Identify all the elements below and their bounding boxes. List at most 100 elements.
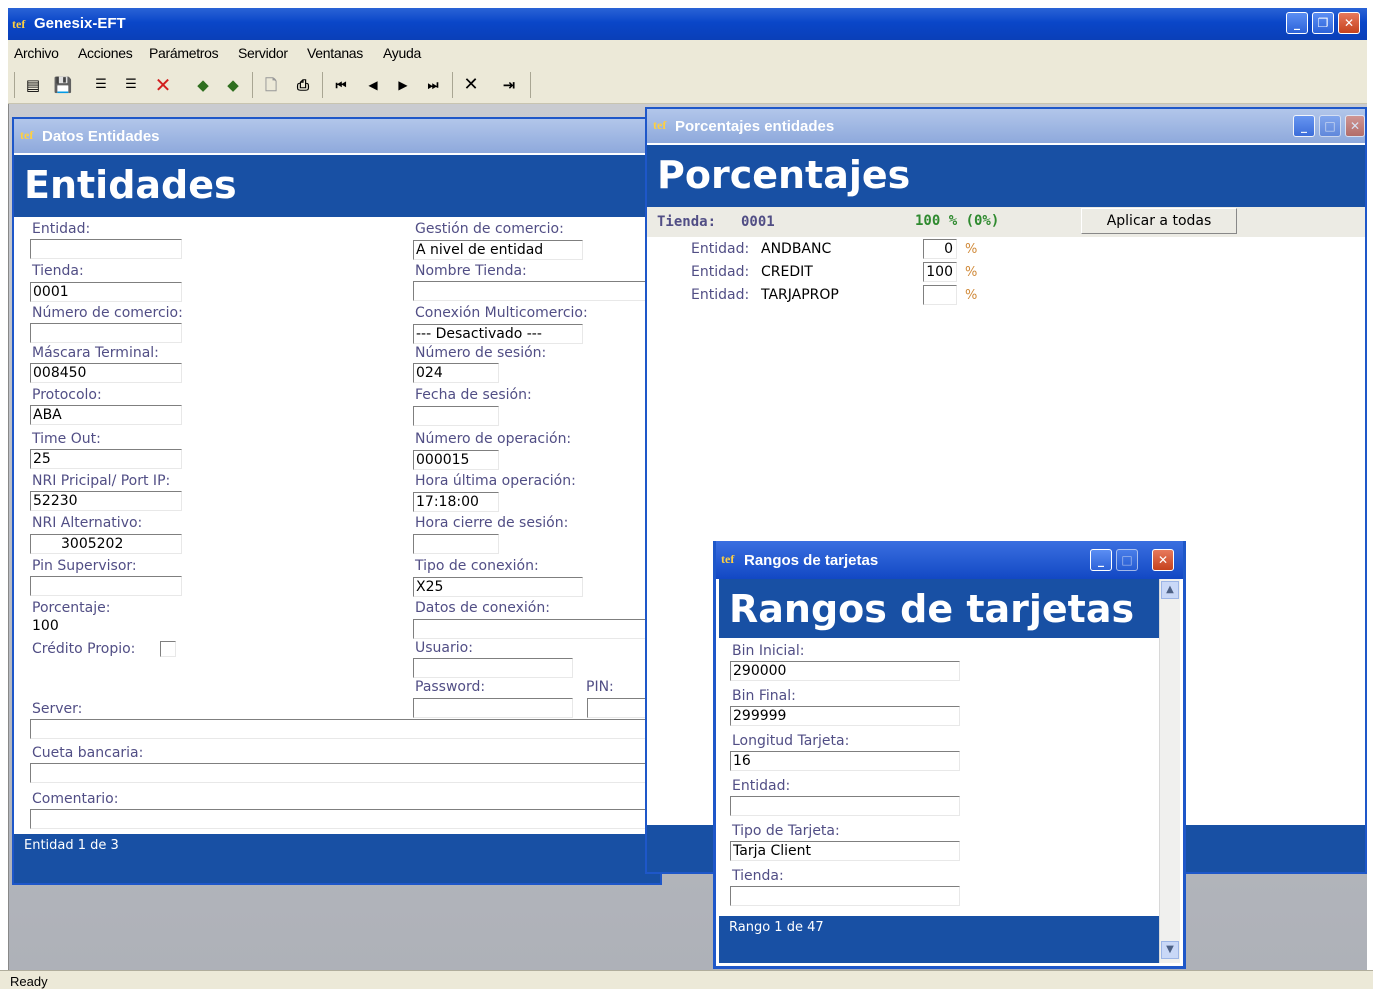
- label-tipo-tarjeta: Tipo de Tarjeta:: [732, 823, 840, 839]
- timeout-field[interactable]: 25: [30, 449, 182, 469]
- first-record-icon[interactable]: ⏮: [330, 74, 352, 96]
- save-icon[interactable]: 💾: [52, 74, 74, 96]
- menu-servidor[interactable]: Servidor: [238, 45, 288, 61]
- import-icon[interactable]: ◆: [192, 74, 214, 96]
- server-field[interactable]: [30, 719, 660, 739]
- rangos-maximize-button[interactable]: □: [1116, 549, 1138, 571]
- window-icon: tef: [20, 128, 34, 142]
- minimize-button[interactable]: _: [1286, 12, 1308, 34]
- label-hora-ultima: Hora última operación:: [415, 473, 576, 489]
- mascara-field[interactable]: 008450: [30, 363, 182, 383]
- porcentaje-value: 100: [32, 618, 59, 634]
- rangos-window: tef Rangos de tarjetas _ □ ✕ Rangos de t…: [713, 541, 1186, 969]
- hora-ultima-field[interactable]: 17:18:00: [413, 492, 499, 512]
- outdent-icon[interactable]: ☰: [120, 74, 142, 96]
- indent-icon[interactable]: ☰: [90, 74, 112, 96]
- entidad-rango-field[interactable]: [730, 796, 960, 816]
- scroll-up-icon[interactable]: ▲: [1161, 581, 1179, 599]
- numero-comercio-field[interactable]: [30, 323, 182, 343]
- menu-acciones[interactable]: Acciones: [78, 45, 133, 61]
- restore-button[interactable]: ❐: [1312, 12, 1334, 34]
- app-icon: tef: [12, 17, 26, 31]
- label-porcentaje: Porcentaje:: [32, 600, 111, 616]
- hora-cierre-field[interactable]: [413, 534, 499, 554]
- tienda-field[interactable]: 0001: [30, 282, 182, 302]
- usuario-field[interactable]: [413, 658, 573, 678]
- rangos-minimize-button[interactable]: _: [1090, 549, 1112, 571]
- rangos-close-button[interactable]: ✕: [1152, 549, 1174, 571]
- window-icon: tef: [653, 118, 667, 132]
- porcentaje-row-name: ANDBANC: [761, 241, 832, 257]
- label-nri-alternativo: NRI Alternativo:: [32, 515, 143, 531]
- porcentaje-row-name: TARJAPROP: [761, 287, 839, 303]
- label-numero-comercio: Número de comercio:: [32, 305, 183, 321]
- tienda-rango-field[interactable]: [730, 886, 960, 906]
- label-hora-cierre: Hora cierre de sesión:: [415, 515, 569, 531]
- nri-alternativo-field[interactable]: 3005202: [30, 534, 182, 554]
- porcentaje-row-input[interactable]: [923, 285, 957, 305]
- bin-final-field[interactable]: 299999: [730, 706, 960, 726]
- delete-icon[interactable]: ✕: [152, 74, 174, 96]
- bin-inicial-field[interactable]: 290000: [730, 661, 960, 681]
- rangos-header: Rangos de tarjetas: [719, 579, 1159, 638]
- aplicar-todas-button[interactable]: Aplicar a todas: [1081, 208, 1237, 234]
- menu-archivo[interactable]: Archivo: [14, 45, 59, 61]
- password-field[interactable]: [413, 698, 573, 718]
- porcentajes-header: Porcentajes: [647, 145, 1365, 207]
- longitud-field[interactable]: 16: [730, 751, 960, 771]
- num-operacion-field[interactable]: 000015: [413, 450, 499, 470]
- label-nombre-tienda: Nombre Tienda:: [415, 263, 527, 279]
- porcentajes-maximize-button[interactable]: □: [1319, 115, 1341, 137]
- prev-record-icon[interactable]: ◀: [362, 74, 384, 96]
- datos-conexion-field[interactable]: [413, 619, 660, 639]
- porcentajes-close-button[interactable]: ✕: [1345, 115, 1365, 137]
- nri-principal-field[interactable]: 52230: [30, 491, 182, 511]
- fecha-sesion-field[interactable]: [413, 406, 499, 426]
- porcentajes-window-title: Porcentajes entidades: [675, 118, 835, 135]
- credito-propio-checkbox[interactable]: [160, 641, 176, 657]
- app-title: Genesix-EFT: [34, 15, 126, 32]
- rangos-window-title: Rangos de tarjetas: [744, 552, 879, 569]
- rangos-scrollbar[interactable]: ▲ ▼: [1159, 579, 1180, 963]
- label-fecha-sesion: Fecha de sesión:: [415, 387, 532, 403]
- nombre-tienda-field[interactable]: [413, 281, 660, 301]
- protocolo-field[interactable]: ABA: [30, 405, 182, 425]
- tipo-conexion-field[interactable]: X25: [413, 577, 583, 597]
- cuenta-field[interactable]: [30, 763, 660, 783]
- label-tipo-conexion: Tipo de conexión:: [415, 558, 539, 574]
- export-icon[interactable]: ◆: [222, 74, 244, 96]
- menu-ventanas[interactable]: Ventanas: [307, 45, 363, 61]
- cancel-icon[interactable]: ✕: [460, 74, 482, 96]
- label-entidad: Entidad:: [32, 221, 91, 237]
- label-entidad-rango: Entidad:: [732, 778, 791, 794]
- porcentaje-row-input[interactable]: 100: [923, 262, 957, 282]
- comentario-field[interactable]: [30, 809, 660, 829]
- app-titlebar: tef Genesix-EFT _ ❐ ✕: [8, 8, 1367, 40]
- num-sesion-field[interactable]: 024: [413, 363, 499, 383]
- exit-icon[interactable]: ⇥: [498, 74, 520, 96]
- print-icon[interactable]: ⎙: [292, 74, 314, 96]
- tipo-tarjeta-field[interactable]: Tarja Client: [730, 841, 960, 861]
- edit-icon[interactable]: ▤: [22, 74, 44, 96]
- porcentajes-tienda-value: 0001: [741, 214, 775, 230]
- entidades-header: Entidades: [14, 155, 660, 217]
- scroll-down-icon[interactable]: ▼: [1161, 941, 1179, 959]
- porcentaje-row-label: Entidad:: [691, 264, 750, 280]
- label-timeout: Time Out:: [32, 431, 101, 447]
- menu-parametros[interactable]: Parámetros: [149, 45, 219, 61]
- toolbar: ▤ 💾 ☰ ☰ ✕ ◆ ◆ 🗋 ⎙ ⏮ ◀ ▶ ⏭ ✕ ⇥: [8, 66, 1367, 104]
- window-icon: tef: [721, 552, 735, 566]
- porcentaje-row-input[interactable]: 0: [923, 239, 957, 259]
- label-pin: PIN:: [586, 679, 614, 695]
- menu-ayuda[interactable]: Ayuda: [383, 45, 421, 61]
- last-record-icon[interactable]: ⏭: [422, 74, 444, 96]
- preview-icon[interactable]: 🗋: [260, 74, 282, 96]
- gestion-field[interactable]: A nivel de entidad: [413, 240, 583, 260]
- entidad-field[interactable]: [30, 239, 182, 259]
- rangos-status: Rango 1 de 47: [719, 916, 1159, 963]
- close-button[interactable]: ✕: [1338, 12, 1360, 34]
- next-record-icon[interactable]: ▶: [392, 74, 414, 96]
- conexion-multi-field[interactable]: --- Desactivado ---: [413, 324, 583, 344]
- porcentajes-minimize-button[interactable]: _: [1293, 115, 1315, 137]
- pin-supervisor-field[interactable]: [30, 576, 182, 596]
